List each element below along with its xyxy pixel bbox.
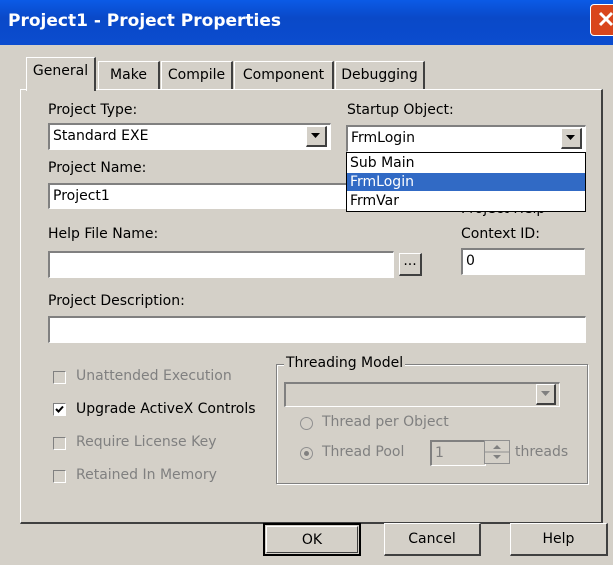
tab-general[interactable]: General <box>26 57 96 91</box>
upgrade-activex-checkbox[interactable] <box>53 403 66 416</box>
thread-pool-spinner[interactable] <box>484 440 510 464</box>
checkmark-icon <box>55 405 64 413</box>
close-icon <box>598 11 613 27</box>
thread-per-object-radio[interactable] <box>300 417 313 430</box>
require-license-key-label: Require License Key <box>76 434 217 450</box>
chevron-down-icon <box>311 133 320 138</box>
thread-pool-radio[interactable] <box>300 447 313 460</box>
threading-model-select[interactable] <box>284 382 560 407</box>
retained-in-memory-checkbox[interactable] <box>53 470 66 483</box>
project-type-label: Project Type: <box>48 102 138 118</box>
project-properties-dialog: Project1 - Project Properties General Ma… <box>0 0 613 565</box>
cancel-button[interactable]: Cancel <box>384 523 481 556</box>
thread-pool-count-value: 1 <box>435 445 444 461</box>
tab-compile[interactable]: Compile <box>161 61 233 89</box>
help-button[interactable]: Help <box>510 523 608 556</box>
retained-in-memory-label: Retained In Memory <box>76 467 217 483</box>
project-type-value: Standard EXE <box>53 128 149 144</box>
tab-label: Debugging <box>341 67 418 83</box>
thread-per-object-label: Thread per Object <box>322 414 449 430</box>
browse-help-file-button[interactable]: ... <box>399 253 422 276</box>
tab-label: Make <box>110 67 147 83</box>
thread-pool-label: Thread Pool <box>322 444 405 460</box>
startup-object-dropdown-button[interactable] <box>561 128 582 149</box>
project-type-select[interactable]: Standard EXE <box>48 123 331 150</box>
tab-label: Component <box>242 67 325 83</box>
tab-label: Compile <box>167 67 226 83</box>
close-button[interactable] <box>590 4 613 36</box>
dropdown-option-frmlogin[interactable]: FrmLogin <box>347 173 585 191</box>
window-title: Project1 - Project Properties <box>8 11 282 31</box>
tab-debugging[interactable]: Debugging <box>335 61 425 89</box>
tab-label: General <box>32 63 89 79</box>
cancel-button-label: Cancel <box>408 531 456 547</box>
unattended-execution-label: Unattended Execution <box>76 368 232 384</box>
spinner-arrows-icon <box>485 445 509 459</box>
project-name-label: Project Name: <box>48 160 147 176</box>
project-name-input[interactable]: Project1 <box>48 183 348 209</box>
threads-label: threads <box>515 444 569 460</box>
require-license-key-checkbox[interactable] <box>53 437 66 450</box>
startup-object-value: FrmLogin <box>351 130 415 146</box>
tab-make[interactable]: Make <box>98 61 160 89</box>
title-bar[interactable]: Project1 - Project Properties <box>0 0 613 45</box>
chevron-down-icon <box>566 135 575 140</box>
help-context-label-line2: Context ID: <box>461 226 540 242</box>
project-description-input[interactable] <box>48 316 586 343</box>
upgrade-activex-label: Upgrade ActiveX Controls <box>76 401 256 417</box>
threading-model-dropdown-button[interactable] <box>536 384 556 405</box>
help-context-id-value: 0 <box>466 253 475 269</box>
project-description-label: Project Description: <box>48 293 185 309</box>
radio-dot-icon <box>304 451 309 456</box>
ok-button-face: OK <box>266 526 358 553</box>
tab-component[interactable]: Component <box>234 61 334 89</box>
help-button-label: Help <box>542 531 575 547</box>
dropdown-option-sub-main[interactable]: Sub Main <box>347 154 585 172</box>
startup-object-dropdown-list: Sub Main FrmLogin FrmVar <box>346 152 586 212</box>
startup-object-select[interactable]: FrmLogin <box>346 125 586 152</box>
dropdown-option-frmvar[interactable]: FrmVar <box>347 192 585 210</box>
unattended-execution-checkbox[interactable] <box>53 371 66 384</box>
threading-model-label: Threading Model <box>284 355 406 371</box>
chevron-down-icon <box>541 391 550 396</box>
help-file-name-input[interactable] <box>48 251 394 278</box>
startup-object-label: Startup Object: <box>347 102 454 118</box>
ok-button-label: OK <box>301 532 323 548</box>
help-file-name-label: Help File Name: <box>48 226 159 242</box>
project-type-dropdown-button[interactable] <box>306 126 327 147</box>
thread-pool-count-input[interactable]: 1 <box>430 440 486 466</box>
help-context-id-input[interactable]: 0 <box>461 248 585 275</box>
ok-button[interactable]: OK <box>263 523 361 556</box>
project-name-value: Project1 <box>53 188 110 204</box>
